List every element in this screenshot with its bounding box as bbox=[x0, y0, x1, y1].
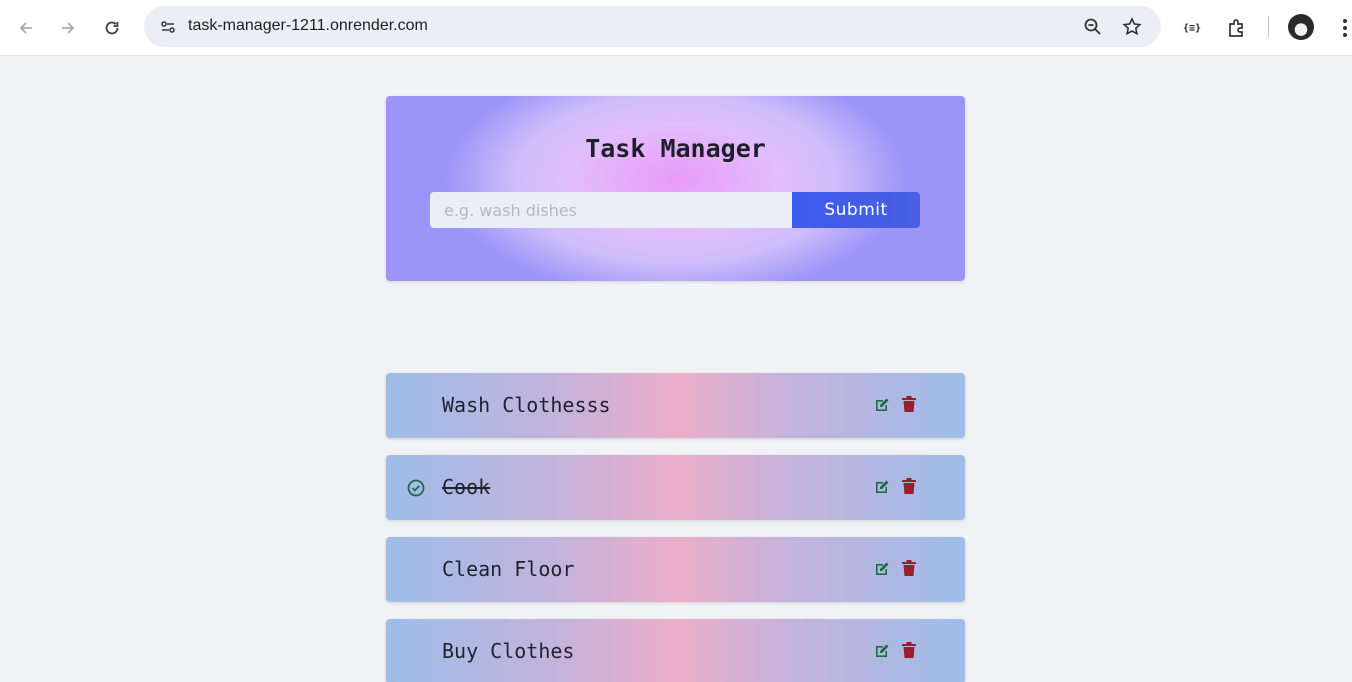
menu-icon[interactable] bbox=[1330, 13, 1352, 43]
extension-icon[interactable]: {≡} bbox=[1177, 13, 1207, 43]
task-item: Clean Floor bbox=[386, 537, 965, 602]
check-circle-icon bbox=[406, 478, 426, 498]
trash-icon[interactable] bbox=[902, 396, 916, 412]
trash-icon[interactable] bbox=[902, 560, 916, 576]
task-item: Cook bbox=[386, 455, 965, 520]
task-item: Wash Clothesss bbox=[386, 373, 965, 438]
profile-avatar[interactable] bbox=[1288, 14, 1314, 40]
site-info-icon[interactable] bbox=[154, 13, 182, 41]
page-title: Task Manager bbox=[585, 134, 766, 163]
forward-icon[interactable] bbox=[54, 14, 82, 42]
trash-icon[interactable] bbox=[902, 642, 916, 658]
submit-button[interactable]: Submit bbox=[792, 192, 920, 228]
task-name: Wash Clothesss bbox=[442, 393, 611, 417]
address-bar[interactable]: task-manager-1211.onrender.com bbox=[144, 6, 1161, 47]
back-icon[interactable] bbox=[12, 14, 40, 42]
bookmark-star-icon[interactable] bbox=[1118, 13, 1146, 41]
task-name: Cook bbox=[442, 475, 491, 499]
task-name: Clean Floor bbox=[442, 557, 575, 581]
edit-icon[interactable] bbox=[874, 643, 890, 659]
toolbar-divider bbox=[1268, 16, 1269, 38]
reload-icon[interactable] bbox=[98, 14, 126, 42]
puzzle-icon[interactable] bbox=[1222, 13, 1252, 43]
task-name: Buy Clothes bbox=[442, 639, 575, 663]
browser-toolbar: task-manager-1211.onrender.com {≡} bbox=[0, 0, 1352, 56]
url-text[interactable]: task-manager-1211.onrender.com bbox=[188, 17, 428, 35]
edit-icon[interactable] bbox=[874, 479, 890, 495]
trash-icon[interactable] bbox=[902, 478, 916, 494]
task-form: Task Manager Submit bbox=[386, 96, 965, 281]
task-item: Buy Clothes bbox=[386, 619, 965, 682]
task-input[interactable] bbox=[430, 192, 792, 228]
edit-icon[interactable] bbox=[874, 397, 890, 413]
zoom-icon[interactable] bbox=[1079, 13, 1107, 41]
edit-icon[interactable] bbox=[874, 561, 890, 577]
